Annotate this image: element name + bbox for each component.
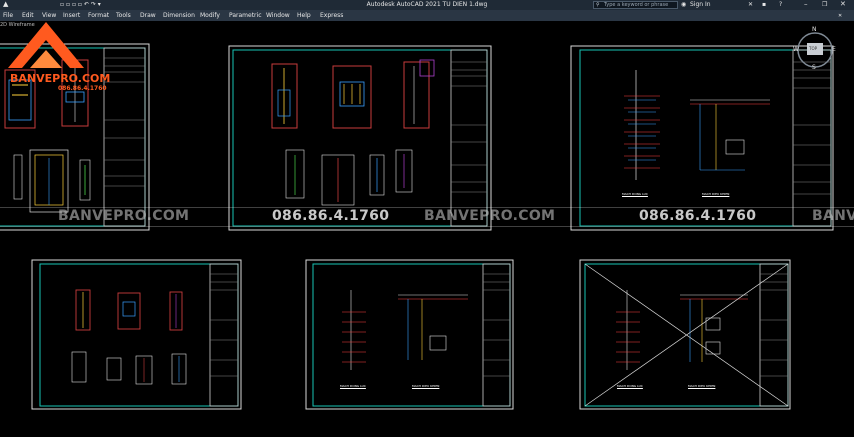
compass-east: E: [832, 46, 836, 53]
caption-mach-dong-luc-3: MACH DONG LUC: [622, 192, 648, 196]
brand-logo: BANVEPRO.COM 086.86.4.1760: [0, 18, 110, 103]
logo-phone: 086.86.4.1760: [58, 85, 107, 92]
watermark-brand-1: BANVEPRO.COM: [58, 208, 190, 224]
caption-mach-dong-luc-5: MACH DONG LUC: [340, 384, 366, 388]
compass-south: S: [812, 64, 816, 71]
watermark-brand-2: BANVEPRO.COM: [424, 208, 556, 224]
viewcube[interactable]: N S E W TOP: [792, 26, 838, 73]
watermark-phone-2: 086.86.4.1760: [639, 208, 757, 224]
compass-west: W: [793, 46, 799, 53]
sheet-3-content: [570, 45, 834, 231]
sheet-6-content: [579, 259, 791, 410]
logo-text: BANVEPRO.COM: [10, 72, 111, 85]
caption-mach-dong-luc-6: MACH DONG LUC: [617, 384, 643, 388]
watermark-brand-3: BANVEPRO.COM: [812, 208, 854, 224]
caption-mach-dieu-khien-6: MACH DIEU KHIEN: [688, 384, 716, 388]
caption-mach-dieu-khien-5: MACH DIEU KHIEN: [412, 384, 440, 388]
caption-mach-dieu-khien-3: MACH DIEU KHIEN: [702, 192, 730, 196]
compass-north: N: [812, 26, 817, 33]
sheet-2-content: [228, 45, 492, 231]
watermark-phone-1: 086.86.4.1760: [272, 208, 390, 224]
sheet-4-content: [31, 259, 242, 410]
sheet-5-content: [305, 259, 514, 410]
viewcube-top-face[interactable]: TOP: [809, 46, 817, 51]
